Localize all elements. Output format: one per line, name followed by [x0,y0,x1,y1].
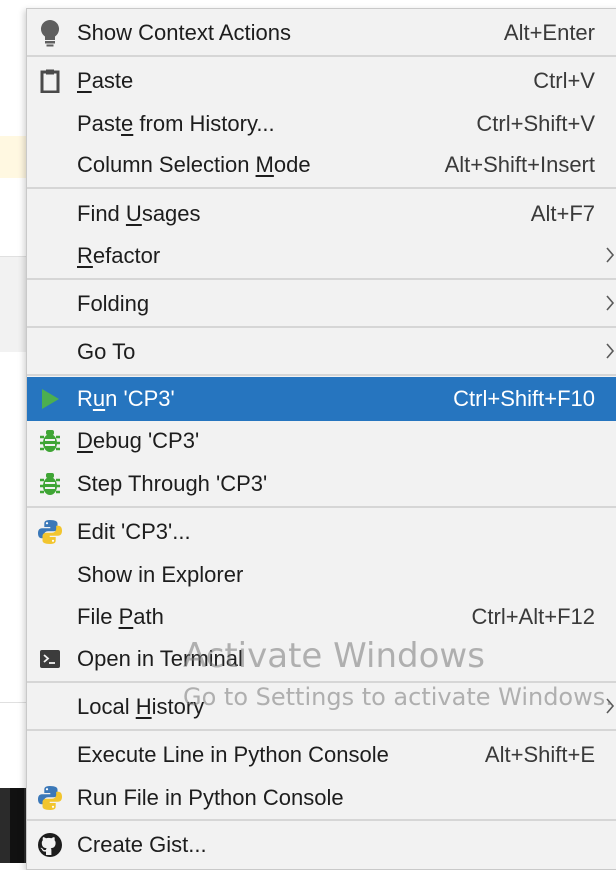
menu-separator [27,187,616,189]
menu-item-label: Show in Explorer [77,562,244,587]
menu-item-label: Create Gist... [77,832,207,857]
github-icon [35,830,65,860]
menu-item-label: Debug 'CP3' [77,428,200,453]
shortcut-label: Ctrl+Alt+F12 [471,604,596,629]
editor-highlighted-line [0,136,26,178]
clipboard-icon [35,66,65,96]
menu-separator [27,55,616,57]
menu-item-show-context-actions[interactable]: Show Context Actions Alt+Enter [27,11,616,55]
menu-item-create-gist[interactable]: Create Gist... [27,823,616,867]
menu-item-label: File Path [77,604,164,629]
editor-panel [0,304,26,353]
shortcut-label: Ctrl+V [533,68,595,93]
shortcut-label: Alt+Shift+E [484,742,595,767]
menu-item-label: Find Usages [77,201,201,226]
menu-item-label: Folding [77,291,150,316]
menu-separator [27,374,616,376]
menu-item-label: Paste [77,68,134,93]
shortcut-label: Alt+Enter [503,20,595,45]
menu-item-folding[interactable]: Folding [27,282,616,326]
editor-panel [0,256,26,306]
menu-item-label: Edit 'CP3'... [77,519,191,544]
taskbar-fragment [0,788,26,863]
menu-item-execute-line-python-console[interactable]: Execute Line in Python Console Alt+Shift… [27,733,616,777]
menu-item-label: Paste from History... [77,111,275,136]
menu-separator [27,681,616,683]
menu-item-label: Open in Terminal [77,646,243,671]
menu-item-paste-from-history[interactable]: Paste from History... Ctrl+Shift+V [27,102,616,146]
menu-item-label: Run File in Python Console [77,785,344,810]
shortcut-label: Ctrl+Shift+F10 [453,386,595,411]
menu-item-column-selection-mode[interactable]: Column Selection Mode Alt+Shift+Insert [27,143,616,187]
menu-item-local-history[interactable]: Local History [27,685,616,729]
chevron-right-icon [605,339,615,365]
python-icon [35,517,65,547]
menu-item-refactor[interactable]: Refactor [27,234,616,278]
menu-item-file-path[interactable]: File Path Ctrl+Alt+F12 [27,595,616,639]
lightbulb-icon [35,18,65,48]
menu-item-find-usages[interactable]: Find Usages Alt+F7 [27,192,616,236]
python-icon [35,783,65,813]
menu-item-go-to[interactable]: Go To [27,330,616,374]
editor-background [0,0,26,136]
menu-item-step-through-cp3[interactable]: Step Through 'CP3' [27,462,616,506]
chevron-right-icon [605,694,615,720]
menu-item-label: Refactor [77,243,161,268]
menu-separator [27,819,616,821]
menu-item-label: Step Through 'CP3' [77,471,268,496]
context-menu: Show Context Actions Alt+Enter Paste Ctr… [26,8,616,870]
menu-separator [27,278,616,280]
menu-item-label: Column Selection Mode [77,152,311,177]
terminal-icon [35,644,65,674]
menu-item-label: Show Context Actions [77,20,292,45]
shortcut-label: Alt+Shift+Insert [444,152,595,177]
menu-item-debug-cp3[interactable]: Debug 'CP3' [27,419,616,463]
menu-item-paste[interactable]: Paste Ctrl+V [27,59,616,103]
menu-item-label: Run 'CP3' [77,386,175,411]
chevron-right-icon [605,243,615,269]
menu-separator [27,326,616,328]
run-icon [35,384,65,414]
editor-background [0,352,26,702]
shortcut-label: Ctrl+Shift+V [476,111,595,136]
bug-icon [35,426,65,456]
bug-icon [35,469,65,499]
menu-item-run-file-python-console[interactable]: Run File in Python Console [27,776,616,820]
menu-item-label: Execute Line in Python Console [77,742,389,767]
menu-item-edit-cp3[interactable]: Edit 'CP3'... [27,510,616,554]
menu-separator [27,506,616,508]
menu-item-open-in-terminal[interactable]: Open in Terminal [27,637,616,681]
editor-background [0,702,26,789]
menu-item-run-cp3[interactable]: Run 'CP3' Ctrl+Shift+F10 [27,377,616,421]
editor-background [0,178,26,256]
menu-separator [27,729,616,731]
shortcut-label: Alt+F7 [530,201,595,226]
menu-item-label: Go To [77,339,136,364]
chevron-right-icon [605,291,615,317]
menu-item-show-in-explorer[interactable]: Show in Explorer [27,553,616,597]
menu-item-label: Local History [77,694,205,719]
